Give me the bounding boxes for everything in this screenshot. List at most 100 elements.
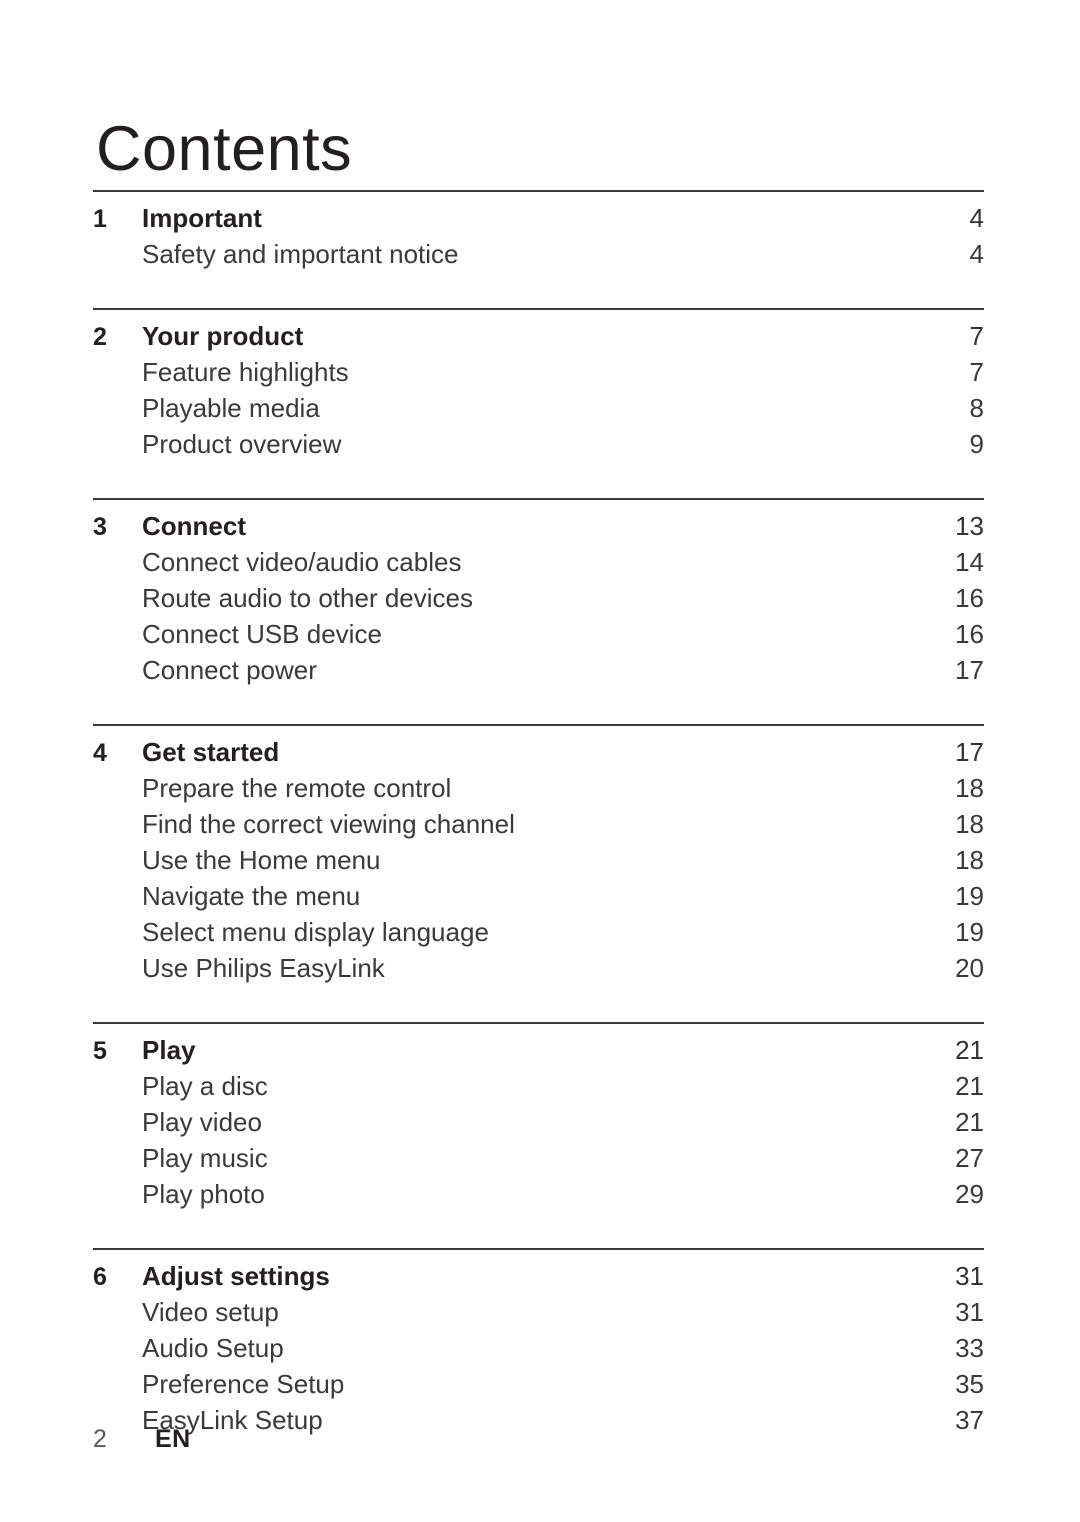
entry-page-number: 19 — [955, 917, 984, 947]
section-page-number: 21 — [955, 1035, 984, 1065]
toc-section: 6 Adjust settings 31 Video setup 31 Audio Set… — [93, 1248, 984, 1438]
toc-section: 5 Play 21 Play a disc 21 Play video 21 Play mus… — [93, 1022, 984, 1212]
toc-section-heading-row[interactable]: 6 Adjust settings 31 — [93, 1258, 984, 1294]
toc-section: 3 Connect 13 Connect video/audio cables 14 Ro… — [93, 498, 984, 688]
entry-label: Connect video/audio cables — [142, 547, 462, 577]
entry-page-number: 19 — [955, 881, 984, 911]
toc-entry-row[interactable]: Route audio to other devices 16 — [93, 580, 984, 616]
entry-page-number: 20 — [955, 953, 984, 983]
section-title: Your product — [142, 321, 304, 351]
toc-entry-row[interactable]: Playable media 8 — [93, 390, 984, 426]
table-of-contents: 1 Important 4 Safety and important notice 4 2… — [93, 190, 984, 1438]
entry-page-number: 35 — [955, 1369, 984, 1399]
entry-page-number: 18 — [955, 809, 984, 839]
toc-entry-row[interactable]: EasyLink Setup 37 — [93, 1402, 984, 1438]
toc-section-heading-row[interactable]: 1 Important 4 — [93, 200, 984, 236]
toc-entry-row[interactable]: Safety and important notice 4 — [93, 236, 984, 272]
toc-entry-row[interactable]: Play video 21 — [93, 1104, 984, 1140]
toc-entry-row[interactable]: Find the correct viewing channel 18 — [93, 806, 984, 842]
section-page-number: 4 — [969, 203, 984, 233]
entry-label: Preference Setup — [142, 1369, 345, 1399]
toc-section-heading-row[interactable]: 5 Play 21 — [93, 1032, 984, 1068]
entry-page-number: 16 — [955, 619, 984, 649]
toc-entry-row[interactable]: Preference Setup 35 — [93, 1366, 984, 1402]
entry-page-number: 29 — [955, 1179, 984, 1209]
entry-label: Product overview — [142, 429, 342, 459]
entry-label: Play a disc — [142, 1071, 268, 1101]
page-title: Contents — [96, 114, 353, 185]
toc-entries: 3 Connect 13 Connect video/audio cables 14 Ro… — [93, 500, 984, 688]
toc-entry-row[interactable]: Navigate the menu 19 — [93, 878, 984, 914]
entry-page-number: 33 — [955, 1333, 984, 1363]
toc-section: 2 Your product 7 Feature highlights 7 Playabl… — [93, 308, 984, 462]
toc-entry-row[interactable]: Use the Home menu 18 — [93, 842, 984, 878]
entry-label: Route audio to other devices — [142, 583, 473, 613]
entry-page-number: 14 — [955, 547, 984, 577]
entry-page-number: 9 — [969, 429, 984, 459]
toc-section-heading-row[interactable]: 4 Get started 17 — [93, 734, 984, 770]
section-title: Connect — [142, 511, 246, 541]
entry-label: Navigate the menu — [142, 881, 361, 911]
entry-label: Audio Setup — [142, 1333, 284, 1363]
toc-entry-row[interactable]: Connect power 17 — [93, 652, 984, 688]
entry-label: Use the Home menu — [142, 845, 381, 875]
toc-entry-row[interactable]: Play photo 29 — [93, 1176, 984, 1212]
section-page-number: 31 — [955, 1261, 984, 1291]
entry-label: Use Philips EasyLink — [142, 953, 385, 983]
toc-entry-row[interactable]: Play a disc 21 — [93, 1068, 984, 1104]
section-page-number: 17 — [955, 737, 984, 767]
entry-label: Safety and important notice — [142, 239, 459, 269]
page-footer: 2 EN — [93, 1425, 191, 1454]
toc-entries: 1 Important 4 Safety and important notice 4 — [93, 192, 984, 272]
entry-page-number: 17 — [955, 655, 984, 685]
toc-entry-row[interactable]: Feature highlights 7 — [93, 354, 984, 390]
entry-page-number: 21 — [955, 1107, 984, 1137]
section-number: 5 — [93, 1037, 107, 1065]
entry-page-number: 16 — [955, 583, 984, 613]
entry-label: Feature highlights — [142, 357, 349, 387]
section-page-number: 7 — [969, 321, 984, 351]
contents-page: Contents 1 Important 4 Safety and important… — [0, 0, 1080, 1522]
entry-label: Play music — [142, 1143, 268, 1173]
section-number: 6 — [93, 1263, 107, 1291]
section-title: Play — [142, 1035, 196, 1065]
entry-label: Playable media — [142, 393, 320, 423]
section-title: Adjust settings — [142, 1261, 330, 1291]
section-number: 1 — [93, 205, 107, 233]
entry-page-number: 27 — [955, 1143, 984, 1173]
toc-entries: 4 Get started 17 Prepare the remote control… — [93, 726, 984, 986]
entry-label: Connect USB device — [142, 619, 382, 649]
entry-label: EasyLink Setup — [142, 1405, 323, 1435]
entry-page-number: 7 — [969, 357, 984, 387]
toc-entry-row[interactable]: Connect video/audio cables 14 — [93, 544, 984, 580]
entry-page-number: 18 — [955, 773, 984, 803]
toc-entry-row[interactable]: Select menu display language 19 — [93, 914, 984, 950]
section-title: Get started — [142, 737, 280, 767]
footer-page-number: 2 — [93, 1425, 107, 1453]
toc-entry-row[interactable]: Video setup 31 — [93, 1294, 984, 1330]
entry-label: Connect power — [142, 655, 317, 685]
toc-section-heading-row[interactable]: 3 Connect 13 — [93, 508, 984, 544]
toc-section: 1 Important 4 Safety and important notice 4 — [93, 190, 984, 272]
toc-entry-row[interactable]: Use Philips EasyLink 20 — [93, 950, 984, 986]
section-number: 2 — [93, 323, 107, 351]
entry-label: Prepare the remote control — [142, 773, 452, 803]
entry-label: Select menu display language — [142, 917, 489, 947]
entry-page-number: 8 — [969, 393, 984, 423]
entry-page-number: 21 — [955, 1071, 984, 1101]
toc-entries: 6 Adjust settings 31 Video setup 31 Audio Set… — [93, 1250, 984, 1438]
toc-entries: 5 Play 21 Play a disc 21 Play video 21 Play mus… — [93, 1024, 984, 1212]
entry-page-number: 37 — [955, 1405, 984, 1435]
toc-entry-row[interactable]: Audio Setup 33 — [93, 1330, 984, 1366]
toc-entry-row[interactable]: Play music 27 — [93, 1140, 984, 1176]
toc-section-heading-row[interactable]: 2 Your product 7 — [93, 318, 984, 354]
footer-language-code: EN — [155, 1425, 191, 1453]
entry-page-number: 31 — [955, 1297, 984, 1327]
toc-entry-row[interactable]: Connect USB device 16 — [93, 616, 984, 652]
entry-label: Play photo — [142, 1179, 265, 1209]
toc-entry-row[interactable]: Product overview 9 — [93, 426, 984, 462]
toc-entry-row[interactable]: Prepare the remote control 18 — [93, 770, 984, 806]
entry-label: Play video — [142, 1107, 262, 1137]
section-page-number: 13 — [955, 511, 984, 541]
toc-section: 4 Get started 17 Prepare the remote control… — [93, 724, 984, 986]
